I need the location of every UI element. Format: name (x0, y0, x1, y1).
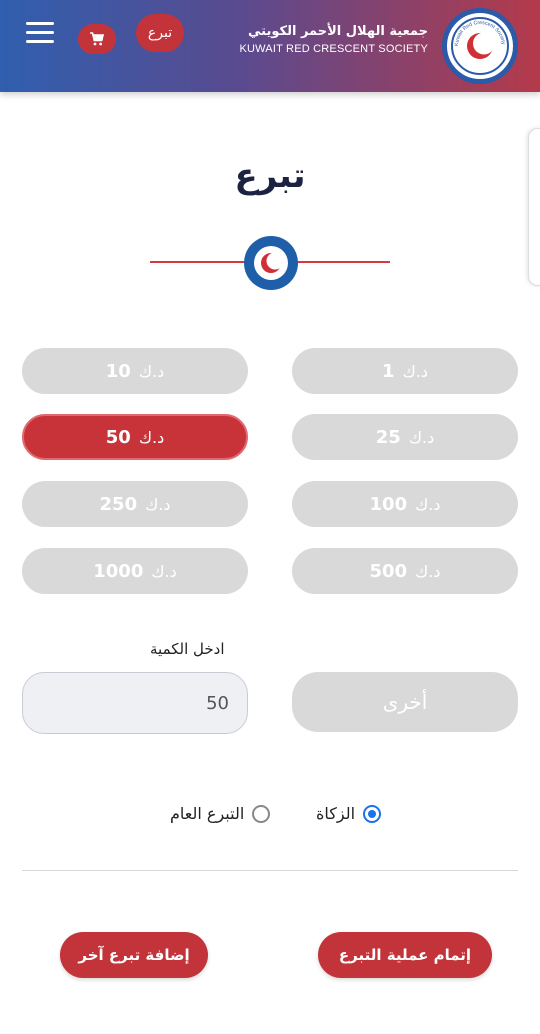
amount-button-500[interactable]: د.ك 500 (292, 548, 518, 594)
amount-button-50[interactable]: د.ك 50 (22, 414, 248, 460)
general-donation-option[interactable]: التبرع العام (170, 804, 271, 823)
page-title: تبرع (234, 156, 306, 196)
complete-donation-button[interactable]: إتمام عملية التبرع (318, 932, 492, 978)
red-crescent-logo-icon: Kuwait Red Crescent Society (451, 17, 509, 75)
amount-value: 1 (382, 360, 395, 382)
app-header: تبرع جمعية الهلال الأحمر الكويتي KUWAIT … (0, 0, 540, 92)
zakat-option[interactable]: الزكاة (316, 804, 382, 823)
amount-value: 25 (375, 426, 401, 448)
side-drawer-handle[interactable] (528, 128, 540, 286)
currency-label: د.ك (138, 427, 165, 447)
section-divider (22, 870, 518, 871)
currency-label: د.ك (415, 494, 441, 514)
amount-button-250[interactable]: د.ك 250 (22, 481, 248, 527)
zakat-radio[interactable] (363, 804, 382, 823)
amount-button-1[interactable]: د.ك 1 (292, 348, 518, 394)
title-divider-right (294, 261, 390, 263)
general-donation-radio[interactable] (252, 804, 271, 823)
menu-icon[interactable] (26, 22, 54, 44)
general-donation-label: التبرع العام (170, 804, 245, 823)
currency-label: د.ك (138, 361, 165, 381)
add-another-donation-button[interactable]: إضافة تبرع آخر (60, 932, 208, 978)
currency-label: د.ك (151, 561, 177, 581)
currency-label: د.ك (415, 561, 441, 581)
amount-value: 10 (105, 360, 131, 382)
quantity-label: ادخل الكمية (150, 640, 225, 658)
amount-value: 50 (105, 426, 131, 448)
currency-label: د.ك (145, 494, 171, 514)
currency-label: د.ك (402, 361, 428, 381)
amount-value: 1000 (93, 560, 144, 582)
currency-label: د.ك (408, 427, 435, 447)
amount-button-25[interactable]: د.ك 25 (292, 414, 518, 460)
title-divider-left (150, 261, 248, 263)
zakat-label: الزكاة (316, 804, 356, 823)
cart-icon (90, 32, 105, 46)
amount-value: 100 (369, 493, 408, 515)
cart-button[interactable] (78, 24, 116, 54)
org-name-arabic: جمعية الهلال الأحمر الكويتي (248, 24, 428, 39)
quantity-input[interactable] (22, 672, 248, 734)
amount-value: 500 (369, 560, 408, 582)
header-donate-button[interactable]: تبرع (136, 14, 184, 52)
org-logo[interactable]: Kuwait Red Crescent Society (442, 8, 518, 84)
amount-button-10[interactable]: د.ك 10 (22, 348, 248, 394)
amount-button-100[interactable]: د.ك 100 (292, 481, 518, 527)
org-name-english: KUWAIT RED CRESCENT SOCIETY (239, 43, 428, 55)
amount-value: 250 (99, 493, 138, 515)
crescent-emblem-icon (244, 236, 298, 290)
amount-button-1000[interactable]: د.ك 1000 (22, 548, 248, 594)
other-amount-button[interactable]: أخرى (292, 672, 518, 732)
